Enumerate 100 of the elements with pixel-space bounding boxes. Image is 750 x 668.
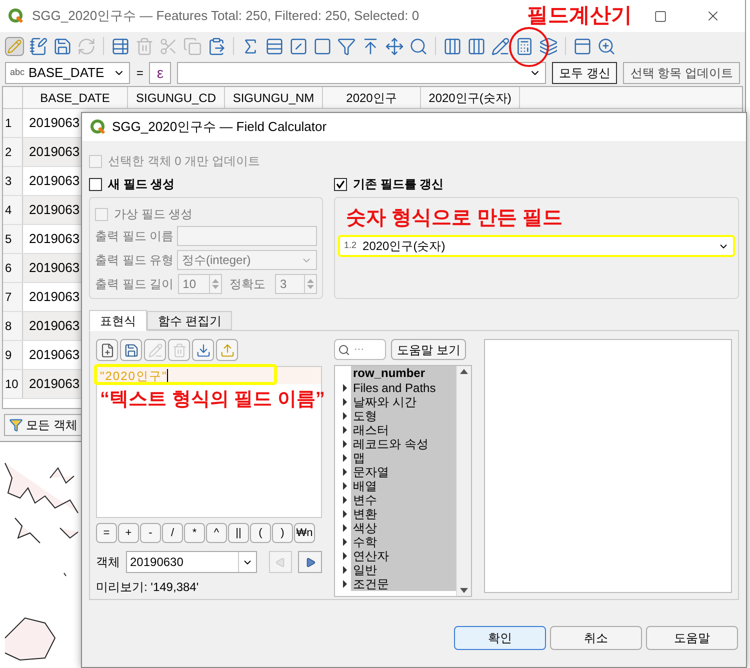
field-label: 객체 bbox=[96, 554, 120, 571]
existing-field-dropdown[interactable]: 1.2 2020인구(숫자) bbox=[338, 235, 735, 257]
output-name-field[interactable] bbox=[177, 226, 317, 246]
value-combo-field[interactable] bbox=[177, 62, 546, 84]
next-icon bbox=[304, 556, 316, 568]
new-file-icon[interactable] bbox=[96, 339, 118, 361]
dialog-title: SGG_2020인구수 — Field Calculator bbox=[112, 118, 327, 136]
edit-field-icon[interactable] bbox=[491, 36, 510, 56]
field-type-label: 1.2 bbox=[344, 239, 357, 252]
operator-button[interactable]: || bbox=[228, 523, 249, 543]
row-number[interactable]: 7 bbox=[3, 283, 23, 311]
function-group[interactable]: 수학 bbox=[351, 535, 456, 549]
next-button[interactable] bbox=[298, 551, 322, 573]
pan-icon[interactable] bbox=[385, 36, 404, 56]
function-group[interactable]: 조건문 bbox=[351, 577, 456, 591]
show-help-button[interactable]: 도움말 보기 bbox=[391, 339, 466, 360]
function-group[interactable]: 맵 bbox=[351, 451, 456, 465]
operator-label: = bbox=[136, 65, 144, 82]
function-group[interactable]: 문자열 bbox=[351, 465, 456, 479]
scroll-down-icon[interactable] bbox=[460, 588, 468, 593]
column-header[interactable]: 2020인구(숫자) bbox=[421, 87, 520, 108]
function-group[interactable]: 연산자 bbox=[351, 549, 456, 563]
function-group[interactable]: 일반 bbox=[351, 563, 456, 577]
row-number[interactable]: 10 bbox=[3, 370, 23, 398]
operator-button[interactable]: ^ bbox=[206, 523, 227, 543]
expression-button[interactable]: ε bbox=[149, 62, 172, 84]
column-header[interactable]: 2020인구 bbox=[323, 87, 421, 108]
function-group[interactable]: 래스터 bbox=[351, 423, 456, 437]
filter-action-button[interactable]: 선택 항목 업데이트 bbox=[623, 62, 740, 84]
operator-button[interactable]: ( bbox=[250, 523, 271, 543]
tab[interactable]: 함수 편집기 bbox=[147, 311, 232, 330]
pencil-icon[interactable] bbox=[5, 36, 24, 56]
tab[interactable]: 표현식 bbox=[89, 310, 147, 331]
row-number[interactable]: 3 bbox=[3, 167, 23, 195]
column-header[interactable]: BASE_DATE bbox=[23, 87, 128, 108]
window-title: SGG_2020인구수 — Features Total: 250, Filtered: 250, Selected: 0 bbox=[32, 7, 420, 26]
type-dropdown[interactable]: 정수(integer) bbox=[177, 250, 317, 270]
dialog-button[interactable]: 취소 bbox=[550, 626, 642, 650]
app-logo-icon bbox=[90, 119, 106, 135]
checkbox-label: 새 필드 생성 bbox=[108, 176, 175, 193]
spin-field[interactable]: 3 bbox=[275, 274, 317, 294]
annotation-text: 필드계산기 bbox=[527, 3, 632, 30]
field-label: 출력 필드 길이 bbox=[95, 276, 174, 293]
field-value: 3 bbox=[279, 276, 288, 293]
scrollbar[interactable] bbox=[456, 366, 471, 596]
feature-dropdown[interactable]: 20190630 bbox=[126, 551, 257, 573]
table-cell-text: 2019063 bbox=[28, 375, 80, 394]
function-group[interactable]: 색상 bbox=[351, 521, 456, 535]
column-header[interactable]: SIGUNGU_NM bbox=[225, 87, 323, 108]
function-group[interactable]: 변환 bbox=[351, 507, 456, 521]
operator-button[interactable]: = bbox=[96, 523, 117, 543]
operator-button[interactable]: - bbox=[140, 523, 161, 543]
dialog-button[interactable]: 도움말 bbox=[646, 626, 738, 650]
checkbox[interactable] bbox=[334, 178, 347, 190]
operator-button[interactable]: * bbox=[184, 523, 205, 543]
spin-arrows-icon bbox=[304, 275, 316, 293]
save-icon[interactable] bbox=[53, 36, 72, 56]
function-group[interactable]: 날짜와 시간 bbox=[351, 395, 456, 409]
function-group[interactable]: Files and Paths bbox=[351, 381, 456, 395]
function-group[interactable]: 변수 bbox=[351, 493, 456, 507]
function-group[interactable]: 배열 bbox=[351, 479, 456, 493]
table-cell-text: 2019063 bbox=[28, 288, 80, 306]
save-icon[interactable] bbox=[120, 339, 142, 361]
search-field[interactable]: ··· bbox=[334, 339, 386, 360]
function-group[interactable]: 도형 bbox=[351, 409, 456, 423]
row-number[interactable]: 2 bbox=[3, 138, 23, 166]
checkbox[interactable] bbox=[89, 178, 102, 190]
column-header[interactable]: SIGUNGU_CD bbox=[128, 87, 225, 108]
row-number[interactable]: 1 bbox=[3, 109, 23, 137]
expression-text: "2020인구" bbox=[100, 368, 168, 384]
spin-arrows-icon bbox=[208, 275, 221, 293]
operator-button[interactable]: ) bbox=[272, 523, 293, 543]
operator-button[interactable]: + bbox=[118, 523, 139, 543]
field-dropdown[interactable]: abc BASE_DATE bbox=[5, 62, 130, 84]
table-cell-text: 2019063 bbox=[28, 346, 80, 364]
row-number[interactable]: 8 bbox=[3, 312, 23, 340]
operator-button[interactable]: / bbox=[162, 523, 183, 543]
row-number[interactable]: 4 bbox=[3, 196, 23, 224]
field-type-label: abc bbox=[10, 66, 25, 80]
zoom-to-selection-icon[interactable] bbox=[409, 36, 428, 56]
row-number[interactable]: 5 bbox=[3, 225, 23, 253]
checkbox-label: 기존 필드를 갱신 bbox=[353, 176, 444, 193]
function-item[interactable]: row_number bbox=[351, 366, 456, 381]
expression-editor[interactable]: "2020인구" “텍스트 형식의 필드 이름” bbox=[96, 366, 322, 518]
filter-action-button[interactable]: 모두 갱신 bbox=[552, 62, 618, 84]
import-icon[interactable] bbox=[192, 339, 214, 361]
field-calculator-icon[interactable] bbox=[515, 36, 534, 56]
edit-icon[interactable] bbox=[29, 36, 48, 56]
spin-field[interactable]: 10 bbox=[178, 274, 222, 294]
function-group[interactable]: 레코드와 속성 bbox=[351, 437, 456, 451]
row-number[interactable]: 9 bbox=[3, 341, 23, 369]
table-cell-text: 2019063 bbox=[28, 143, 80, 162]
dialog-button[interactable]: 확인 bbox=[454, 626, 546, 650]
maximize-icon[interactable] bbox=[654, 10, 668, 22]
table-cell-text: 2019063 bbox=[28, 201, 80, 220]
filter-icon[interactable] bbox=[337, 36, 356, 56]
table-cell-text: 2019063 bbox=[28, 172, 80, 190]
row-number[interactable]: 6 bbox=[3, 254, 23, 282]
operator-button[interactable]: ₩n bbox=[294, 523, 315, 543]
annotation-text: 숫자 형식으로 만든 필드 bbox=[345, 206, 564, 230]
